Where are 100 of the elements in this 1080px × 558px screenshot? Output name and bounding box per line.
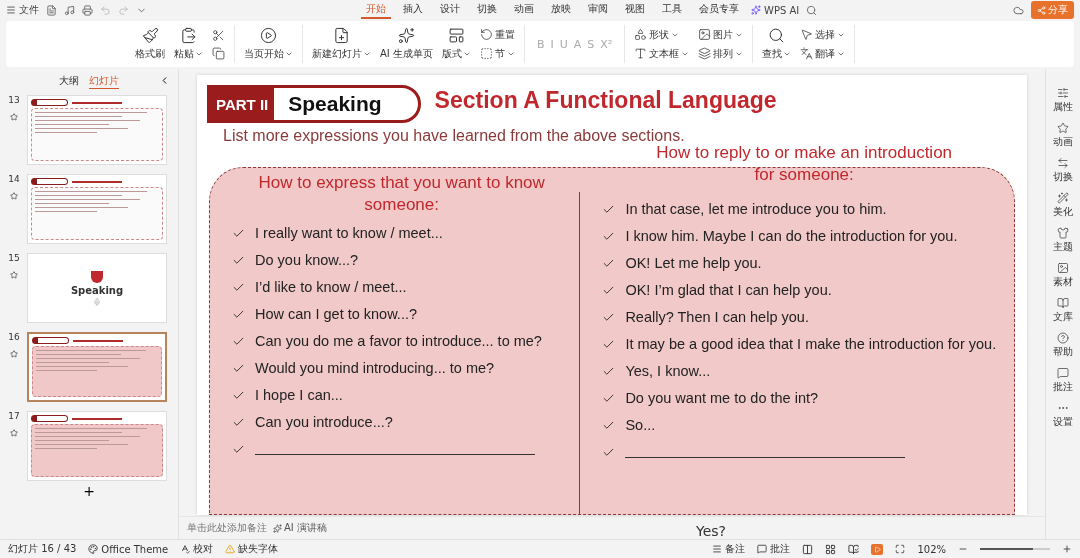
add-slide-button[interactable]: + [83, 483, 95, 499]
sidebar-button[interactable]: 素材 [1053, 262, 1073, 289]
section-icon [479, 47, 493, 60]
ribbon-button[interactable]: 排列 [698, 46, 744, 61]
file-menu[interactable]: 文件 [6, 3, 39, 17]
palette-icon [88, 544, 99, 554]
thumbnail-title: Speaking [70, 284, 124, 296]
ribbon-tab[interactable]: 放映 [546, 1, 576, 19]
slide-number: 16 [8, 332, 20, 342]
slide-number: 17 [8, 411, 20, 421]
theme-button[interactable]: Office Theme [88, 543, 169, 555]
ribbon-button[interactable]: 节 [479, 46, 515, 61]
normal-view-icon[interactable] [802, 543, 814, 555]
sidebar-button[interactable]: 设置 [1053, 402, 1073, 429]
zoom-in-icon[interactable] [1062, 544, 1072, 554]
ribbon-tab[interactable]: 视图 [620, 1, 650, 19]
shirt-icon [1057, 227, 1069, 239]
play-button[interactable] [871, 543, 884, 555]
pointer-icon [800, 28, 814, 41]
star-icon[interactable] [10, 113, 18, 121]
sidebar-button[interactable]: 帮助 [1053, 332, 1073, 359]
new-slide-icon [333, 27, 350, 44]
list-item-text: So... [625, 416, 656, 436]
search-icon[interactable] [806, 4, 818, 16]
missing-font-button[interactable]: 缺失字体 [225, 542, 279, 556]
notes-placeholder[interactable]: 单击此处添加备注 [187, 521, 267, 535]
notes-button[interactable]: 备注 [712, 542, 746, 556]
sparkle-icon [751, 5, 761, 15]
ribbon-button[interactable]: 重置 [479, 27, 515, 42]
ribbon-tab[interactable]: 会员专享 [694, 1, 744, 19]
document-icon[interactable] [46, 4, 57, 16]
ribbon-button[interactable]: 新建幻灯片 [312, 27, 371, 61]
print-icon[interactable] [82, 4, 93, 16]
ribbon-button[interactable]: 查找 [762, 27, 792, 61]
slide-thumbnail[interactable]: Speaking [27, 253, 167, 323]
copy-icon[interactable] [212, 46, 225, 60]
panel-tab[interactable]: 大纲 [59, 74, 79, 89]
list-item-text: OK! I’m glad that I can help you. [625, 281, 832, 301]
ribbon-tab[interactable]: 设计 [435, 1, 465, 19]
list-item-text: Really? Then I can help you. [625, 308, 809, 328]
comments-button[interactable]: 批注 [757, 542, 791, 556]
star-icon[interactable] [10, 271, 18, 279]
ribbon-button[interactable]: 当页开始 [244, 27, 293, 61]
sidebar-button[interactable]: 属性 [1053, 87, 1073, 114]
ribbon-button[interactable]: 图片 [698, 27, 744, 42]
spell-check-icon [180, 544, 191, 554]
text-icon [634, 47, 648, 60]
slide-counter: 幻灯片 16 / 43 [8, 542, 77, 556]
star-icon[interactable] [10, 192, 18, 200]
search-icon [768, 27, 786, 44]
reading-view-icon[interactable] [848, 543, 860, 555]
sparkle-icon [398, 27, 415, 44]
grid-view-icon[interactable] [825, 543, 837, 555]
star-icon[interactable] [10, 429, 18, 437]
ai-speech-button[interactable]: AI 演讲稿 [273, 521, 327, 535]
sidebar-button[interactable]: 美化 [1053, 192, 1073, 219]
sidebar-button[interactable]: 批注 [1053, 367, 1073, 394]
share-icon [1037, 5, 1046, 15]
ribbon-tab[interactable]: 动画 [509, 1, 539, 19]
slide-number: 15 [8, 253, 20, 263]
menu-icon [6, 5, 16, 15]
slide-thumbnail[interactable] [27, 332, 167, 402]
ribbon-tab[interactable]: 工具 [657, 1, 687, 19]
arrows-icon [1057, 157, 1069, 169]
part-badge: PART II Speaking [207, 85, 421, 123]
ribbon-button[interactable]: 版式 [441, 27, 471, 61]
list-item-text: In that case, let me introduce you to him. [625, 200, 887, 220]
ribbon-button[interactable]: 文本框 [634, 46, 690, 61]
ribbon-button[interactable]: AI 生成单页 [380, 27, 433, 61]
ribbon-button[interactable]: 形状 [634, 27, 690, 42]
ribbon-button[interactable]: 翻译 [800, 46, 846, 61]
shield-icon [91, 270, 103, 283]
wps-ai-button[interactable]: WPS AI [751, 4, 800, 16]
sliders-icon [1057, 87, 1069, 99]
sidebar-button[interactable]: 动画 [1053, 122, 1073, 149]
fit-icon[interactable] [895, 544, 906, 554]
sidebar-button[interactable]: 主题 [1053, 227, 1073, 254]
instruction-text: List more expressions you have learned from the above sections. [223, 127, 686, 145]
star-icon [1057, 122, 1069, 134]
sidebar-button[interactable]: 文库 [1053, 297, 1073, 324]
cut-icon[interactable] [212, 28, 225, 42]
panel-tab[interactable]: 幻灯片 [89, 74, 119, 89]
list-item-text: Do you know...? [255, 251, 359, 271]
star-icon[interactable] [10, 350, 18, 358]
ribbon-tab[interactable]: 审阅 [583, 1, 613, 19]
cloud-icon[interactable] [1013, 4, 1024, 16]
proofread-button[interactable]: 校对 [180, 542, 214, 556]
list-item-text: Can you introduce...? [255, 413, 393, 433]
ribbon-tab[interactable]: 开始 [361, 1, 391, 19]
ribbon-tab[interactable]: 切换 [472, 1, 502, 19]
column-heading: How to reply to or make an introduction for someone: [655, 142, 954, 187]
list-item-text: Can you do me a favor to introduce... to me? [255, 332, 542, 352]
paste-icon [180, 27, 197, 44]
comment-icon [1057, 367, 1069, 379]
ribbon-button[interactable]: 粘贴 [174, 27, 203, 61]
ribbon-button[interactable]: 选择 [800, 27, 846, 42]
ribbon-tab[interactable]: 插入 [398, 1, 428, 19]
image-icon [698, 28, 712, 41]
ribbon-button[interactable]: 格式刷 [135, 27, 165, 61]
sidebar-button[interactable]: 切换 [1053, 157, 1073, 184]
